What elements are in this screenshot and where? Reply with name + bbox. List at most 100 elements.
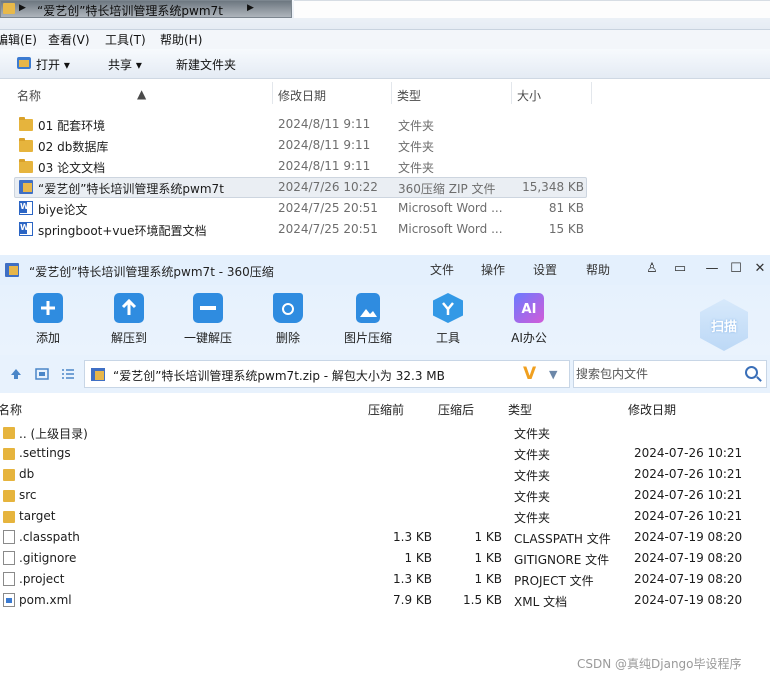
column-divider[interactable] [511,82,512,104]
table-row[interactable]: .gitignore 1 KB 1 KB GITIGNORE 文件 2024-0… [0,548,770,569]
file-icon [3,572,15,586]
column-type[interactable]: 类型 [508,401,532,418]
folder-icon [3,3,15,14]
file-date: 2024/8/11 9:11 [278,117,371,131]
entry-compressed-size: 1.5 KB [463,593,502,607]
explorer-toolbar: 打开 ▾ 共享 ▾ 新建文件夹 [0,49,770,79]
window-title: “爱艺创”特长培训管理系统pwm7t - 360压缩 [29,265,274,279]
thumbnail-view-icon[interactable] [35,367,49,381]
list-item[interactable]: springboot+vue环境配置文档 2024/7/25 20:51 Mic… [0,219,770,240]
table-row[interactable]: .settings 文件夹 2024-07-26 10:21 [0,443,770,464]
search-input[interactable] [576,365,736,383]
zip-icon [91,368,105,381]
menu-view[interactable]: 查看(V) [48,31,90,48]
list-view-icon[interactable] [61,367,75,381]
entry-compressed-size: 1 KB [474,530,502,544]
entry-type: GITIGNORE 文件 [514,553,610,567]
zip-address-bar: “爱艺创”特长培训管理系统pwm7t.zip - 解包大小为 32.3 MB V… [0,355,770,393]
table-row[interactable]: pom.xml 7.9 KB 1.5 KB XML 文档 2024-07-19 … [0,590,770,611]
feedback-icon[interactable]: ▭ [672,261,688,277]
folder-icon [3,427,15,439]
list-item-selected[interactable]: “爱艺创”特长培训管理系统pwm7t 2024/7/26 10:22 360压缩… [0,177,770,198]
column-compressed-size[interactable]: 压缩后 [438,401,474,418]
file-icon [3,551,15,565]
delete-label: 删除 [275,331,300,345]
column-size[interactable]: 大小 [517,87,541,104]
minimize-icon[interactable]: — [704,261,720,277]
search-icon[interactable] [745,366,758,379]
entry-compressed-size: 1 KB [474,551,502,565]
menu-edit[interactable]: 编辑(E) [0,31,37,48]
table-row[interactable]: target 文件夹 2024-07-26 10:21 [0,506,770,527]
column-name[interactable]: 名称 [17,87,41,104]
menu-help[interactable]: 帮助 [586,261,610,278]
file-type: Microsoft Word ... [398,222,503,236]
zip-title-bar: “爱艺创”特长培训管理系统pwm7t - 360压缩 文件 操作 设置 帮助 ♙… [0,255,770,285]
maximize-icon[interactable]: ☐ [728,261,744,277]
skin-icon[interactable]: ♙ [644,261,660,277]
scan-button[interactable]: 扫描 [700,299,748,351]
delete-button[interactable]: 删除 [273,293,303,346]
entry-type: 文件夹 [514,427,551,441]
table-row[interactable]: .classpath 1.3 KB 1 KB CLASSPATH 文件 2024… [0,527,770,548]
menu-settings[interactable]: 设置 [533,261,557,278]
table-row[interactable]: src 文件夹 2024-07-26 10:21 [0,485,770,506]
file-type: Microsoft Word ... [398,201,503,215]
menu-bar: 编辑(E) 查看(V) 工具(T) 帮助(H) [0,30,770,49]
list-item[interactable]: biye论文 2024/7/25 20:51 Microsoft Word ..… [0,198,770,219]
archive-path-field[interactable]: “爱艺创”特长培训管理系统pwm7t.zip - 解包大小为 32.3 MB V… [84,360,570,388]
address-input[interactable] [294,0,770,18]
list-item[interactable]: 03 论文文档 2024/8/11 9:11 文件夹 [0,156,770,177]
folder-icon [3,490,15,502]
file-name: 02 db数据库 [38,140,109,154]
file-name: 01 配套环境 [38,119,106,133]
extract-to-button[interactable]: 解压到 [109,293,149,346]
zip-window: “爱艺创”特长培训管理系统pwm7t - 360压缩 文件 操作 设置 帮助 ♙… [0,255,770,676]
column-divider[interactable] [591,82,592,104]
column-type[interactable]: 类型 [397,87,421,104]
table-row[interactable]: .project 1.3 KB 1 KB PROJECT 文件 2024-07-… [0,569,770,590]
breadcrumb-item[interactable]: “爱艺创”特长培训管理系统pwm7t [37,2,223,19]
menu-file[interactable]: 文件 [430,261,454,278]
word-icon [19,201,33,215]
column-date[interactable]: 修改日期 [628,401,676,418]
chevron-right-icon[interactable]: ▶ [247,3,254,13]
column-name[interactable]: 名称 [0,401,22,418]
table-row[interactable]: .. (上级目录) 文件夹 [0,422,770,443]
column-date[interactable]: 修改日期 [278,87,326,104]
up-arrow-icon[interactable] [9,367,23,381]
entry-type: 文件夹 [514,511,551,525]
column-divider[interactable] [391,82,392,104]
entry-type: 文件夹 [514,448,551,462]
entry-type: PROJECT 文件 [514,574,594,588]
open-button[interactable]: 打开 ▾ [36,56,70,73]
list-item[interactable]: 01 配套环境 2024/8/11 9:11 文件夹 [0,114,770,135]
table-row[interactable]: db 文件夹 2024-07-26 10:21 [0,464,770,485]
entry-name: .classpath [19,530,80,544]
menu-help[interactable]: 帮助(H) [160,31,202,48]
new-folder-button[interactable]: 新建文件夹 [176,56,236,73]
file-date: 2024/8/11 9:11 [278,159,371,173]
chevron-right-icon[interactable]: ▶ [19,3,26,13]
chevron-down-icon[interactable]: ▼ [549,368,557,381]
menu-operate[interactable]: 操作 [481,261,505,278]
ai-office-button[interactable]: AI AI办公 [509,293,549,346]
column-packed-size[interactable]: 压缩前 [368,401,404,418]
column-divider[interactable] [272,82,273,104]
list-item[interactable]: 02 db数据库 2024/8/11 9:11 文件夹 [0,135,770,156]
file-name: “爱艺创”特长培训管理系统pwm7t [38,182,224,196]
menu-tools[interactable]: 工具(T) [105,31,146,48]
add-button[interactable]: 添加 [33,293,63,346]
entry-date: 2024-07-26 10:21 [634,509,743,523]
file-size: 15,348 KB [522,180,584,194]
share-button[interactable]: 共享 ▾ [108,56,142,73]
open-icon [17,57,31,69]
file-type: 文件夹 [398,161,435,175]
one-click-extract-button[interactable]: 一键解压 [183,293,233,346]
entry-date: 2024-07-19 08:20 [634,572,743,586]
image-compress-button[interactable]: 图片压缩 [343,293,393,346]
v-logo-icon[interactable]: V [523,364,536,384]
close-icon[interactable]: ✕ [752,261,768,277]
tools-button[interactable]: 工具 [433,293,463,346]
breadcrumb[interactable]: ▶ “爱艺创”特长培训管理系统pwm7t ▶ [0,0,292,18]
